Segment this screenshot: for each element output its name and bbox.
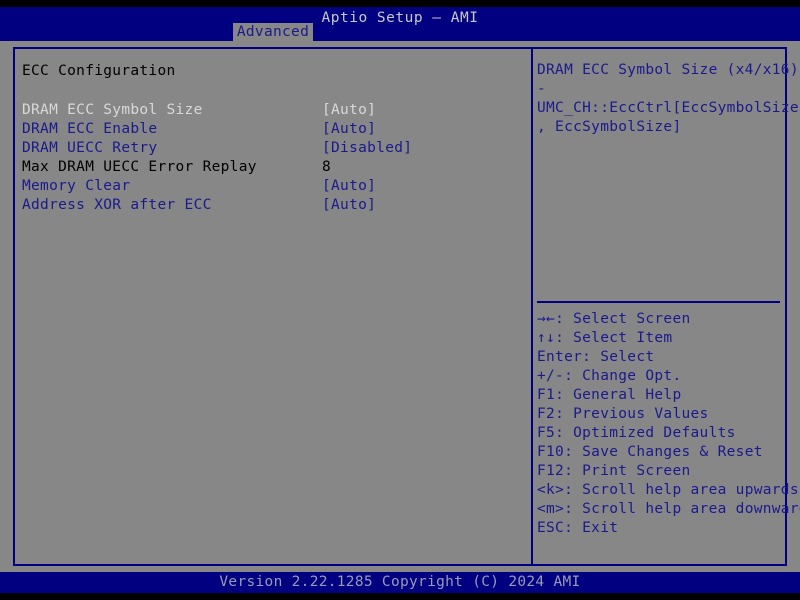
setting-row-memory-clear[interactable]: Memory Clear [Auto]: [15, 177, 531, 196]
setting-label: Address XOR after ECC: [22, 196, 212, 215]
key-glyph: F12: [537, 463, 564, 479]
key-action: : Scroll help area downwards: [564, 501, 800, 517]
section-header: ECC Configuration: [22, 63, 176, 79]
key-hint-exit: ESC: Exit: [537, 519, 618, 538]
key-glyph: →←: [537, 311, 555, 327]
key-action: : Scroll help area upwards: [564, 482, 799, 498]
key-hint-select-screen: →←: Select Screen: [537, 310, 691, 329]
key-glyph: Enter: [537, 349, 582, 365]
setting-value[interactable]: [Auto]: [322, 196, 376, 215]
key-glyph: <k>: [537, 482, 564, 498]
key-hint-general-help: F1: General Help: [537, 386, 681, 405]
key-action: : Exit: [564, 520, 618, 536]
key-hint-previous-values: F2: Previous Values: [537, 405, 709, 424]
key-glyph: <m>: [537, 501, 564, 517]
key-glyph: ESC: [537, 520, 564, 536]
key-action: : General Help: [555, 387, 681, 403]
key-legend: →←: Select Screen ↑↓: Select Item Enter:…: [533, 310, 785, 560]
key-action: : Previous Values: [555, 406, 709, 422]
key-glyph: F2: [537, 406, 555, 422]
title-bar: Aptio Setup – AMI: [0, 7, 800, 41]
setting-value[interactable]: [Disabled]: [322, 139, 412, 158]
key-glyph: F5: [537, 425, 555, 441]
key-glyph: +/-: [537, 368, 564, 384]
key-glyph: F10: [537, 444, 564, 460]
key-glyph: ↑↓: [537, 330, 555, 346]
setting-row-max-dram-uecc-error-replay: Max DRAM UECC Error Replay 8: [15, 158, 531, 177]
panel-border-bottom: [13, 564, 787, 566]
key-action: : Print Screen: [564, 463, 690, 479]
key-hint-select-item: ↑↓: Select Item: [537, 329, 672, 348]
version-text: Version 2.22.1285 Copyright (C) 2024 AMI: [0, 574, 800, 590]
setting-row-address-xor-after-ecc[interactable]: Address XOR after ECC [Auto]: [15, 196, 531, 215]
help-text-line: -: [537, 80, 546, 99]
setting-value[interactable]: [Auto]: [322, 101, 376, 120]
setting-value: 8: [322, 158, 331, 177]
bios-setup-screen: Aptio Setup – AMI Advanced ECC Configura…: [0, 0, 800, 600]
setting-value[interactable]: [Auto]: [322, 120, 376, 139]
key-hint-scroll-help-down: <m>: Scroll help area downwards: [537, 500, 800, 519]
setting-label: DRAM ECC Symbol Size: [22, 101, 203, 120]
key-hint-save-changes-reset: F10: Save Changes & Reset: [537, 443, 763, 462]
key-action: : Save Changes & Reset: [564, 444, 763, 460]
page-title: Aptio Setup – AMI: [0, 10, 800, 26]
key-hint-change-opt: +/-: Change Opt.: [537, 367, 681, 386]
setting-label: DRAM ECC Enable: [22, 120, 157, 139]
key-hint-scroll-help-up: <k>: Scroll help area upwards: [537, 481, 799, 500]
tab-advanced[interactable]: Advanced: [233, 23, 313, 42]
key-hint-optimized-defaults: F5: Optimized Defaults: [537, 424, 736, 443]
setting-row-dram-uecc-retry[interactable]: DRAM UECC Retry [Disabled]: [15, 139, 531, 158]
setting-label: DRAM UECC Retry: [22, 139, 157, 158]
help-text-line: UMC_CH::EccCtrl[EccSymbolSize16: [537, 99, 800, 118]
key-action: : Change Opt.: [564, 368, 681, 384]
setting-value[interactable]: [Auto]: [322, 177, 376, 196]
footer-bar: Version 2.22.1285 Copyright (C) 2024 AMI: [0, 572, 800, 593]
key-hint-print-screen: F12: Print Screen: [537, 462, 691, 481]
setting-row-dram-ecc-symbol-size[interactable]: DRAM ECC Symbol Size [Auto]: [15, 101, 531, 120]
help-text-line: DRAM ECC Symbol Size (x4/x16): [537, 61, 799, 80]
key-action: : Select Item: [555, 330, 672, 346]
setting-row-dram-ecc-enable[interactable]: DRAM ECC Enable [Auto]: [15, 120, 531, 139]
help-divider: [537, 301, 780, 303]
setting-label: Memory Clear: [22, 177, 130, 196]
key-hint-enter-select: Enter: Select: [537, 348, 654, 367]
key-glyph: F1: [537, 387, 555, 403]
settings-panel: ECC Configuration DRAM ECC Symbol Size […: [15, 49, 531, 564]
key-action: : Select Screen: [555, 311, 690, 327]
setting-label: Max DRAM UECC Error Replay: [22, 158, 257, 177]
key-action: : Optimized Defaults: [555, 425, 736, 441]
key-action: : Select: [582, 349, 654, 365]
help-text-line: , EccSymbolSize]: [537, 118, 681, 137]
